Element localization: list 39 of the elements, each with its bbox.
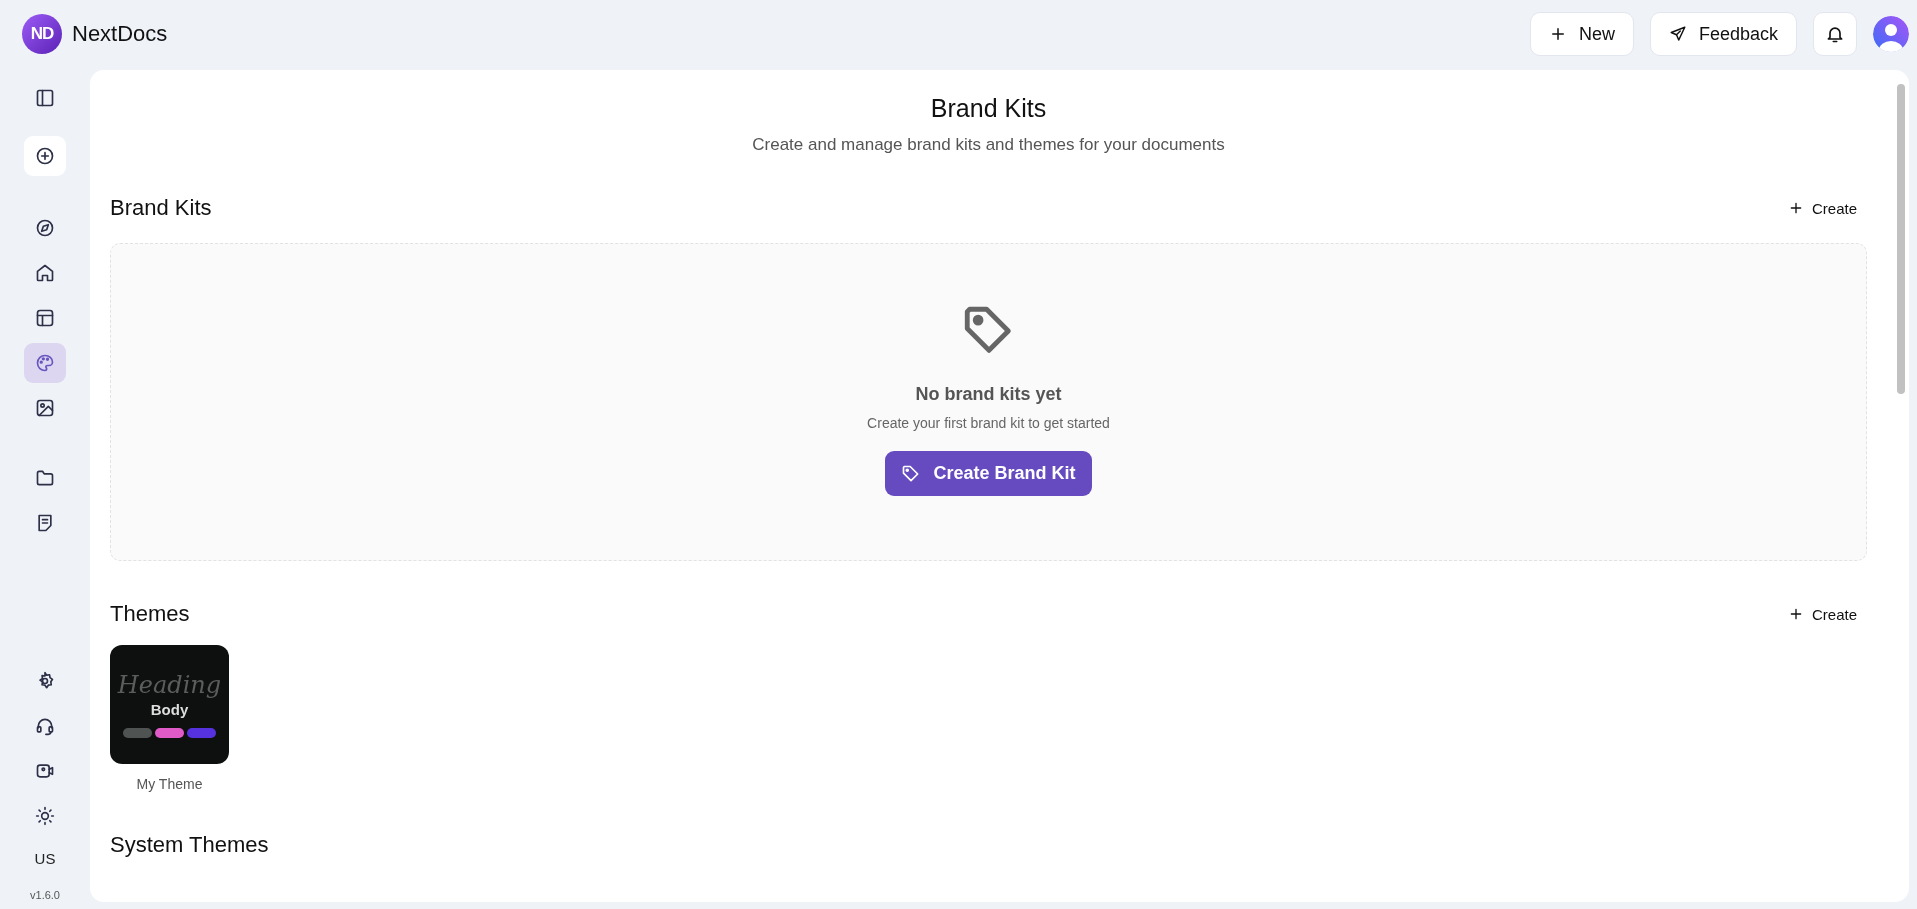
note-icon <box>35 513 55 533</box>
layout-icon <box>35 308 55 328</box>
sidebar-toggle-icon <box>35 88 55 108</box>
home-icon <box>35 263 55 283</box>
empty-state-title: No brand kits yet <box>915 384 1062 405</box>
theme-name: My Theme <box>136 776 203 792</box>
image-icon <box>35 398 55 418</box>
sidebar-item[interactable] <box>24 343 66 383</box>
section-heading: Brand Kits <box>110 195 212 221</box>
page-subtitle: Create and manage brand kits and themes for your documents <box>751 135 1226 155</box>
version-label: v1.6.0 <box>30 889 60 901</box>
feedback-button[interactable]: Feedback <box>1649 12 1797 56</box>
section-heading: Themes <box>110 601 190 627</box>
empty-state-text: Create your first brand kit to get started <box>867 415 1110 431</box>
preview-body: Body <box>150 701 189 718</box>
bell-icon <box>1825 24 1845 44</box>
language-button[interactable]: US <box>34 850 56 867</box>
add-icon <box>35 146 55 166</box>
preview-heading: Heading <box>117 673 222 697</box>
app-logo[interactable]: ND <box>22 14 62 54</box>
scrollbar[interactable] <box>1897 84 1905 394</box>
palette-icon <box>35 353 55 373</box>
section-heading: System Themes <box>110 832 269 858</box>
headset-icon <box>35 716 55 736</box>
create-button[interactable]: Create <box>1777 605 1867 623</box>
create-brand-kit-button[interactable]: Create Brand Kit <box>885 451 1092 496</box>
video-camera-icon <box>35 761 55 781</box>
send-icon <box>1668 25 1687 43</box>
sidebar-item[interactable] <box>24 136 66 176</box>
notifications-button[interactable] <box>1813 12 1857 56</box>
app-name: NextDocs <box>72 21 168 47</box>
page-title: Brand Kits <box>929 94 1048 123</box>
sun-icon <box>35 806 55 826</box>
new-button[interactable]: New <box>1529 12 1634 56</box>
compass-icon <box>35 218 55 238</box>
avatar-icon[interactable] <box>1873 16 1909 52</box>
theme-card[interactable]: Heading Body <box>110 645 229 764</box>
create-button[interactable]: Create <box>1777 199 1867 217</box>
folder-icon <box>35 468 55 488</box>
